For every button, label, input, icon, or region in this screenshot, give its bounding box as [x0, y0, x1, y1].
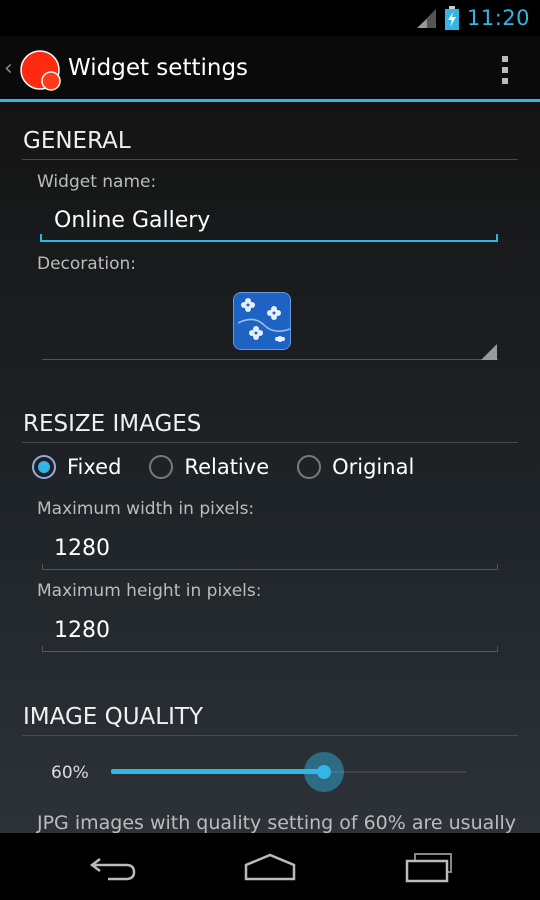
radio-original[interactable]: Original — [297, 455, 414, 479]
app-logo-icon[interactable] — [20, 50, 62, 92]
home-icon[interactable] — [242, 851, 298, 883]
section-header-resize: RESIZE IMAGES — [23, 411, 202, 437]
page-title: Widget settings — [68, 55, 249, 81]
decoration-thumbnail[interactable] — [233, 292, 291, 350]
max-height-field[interactable]: 1280 — [54, 618, 110, 643]
widget-name-field[interactable]: Online Gallery — [54, 208, 210, 233]
widget-name-label: Widget name: — [37, 172, 157, 192]
navigation-bar — [0, 833, 540, 900]
status-bar: 11:20 — [0, 0, 540, 36]
max-width-underline — [42, 569, 498, 570]
radio-fixed[interactable]: Fixed — [32, 455, 121, 479]
clock: 11:20 — [466, 6, 530, 30]
section-header-general: GENERAL — [23, 128, 131, 154]
section-header-quality: IMAGE QUALITY — [23, 704, 203, 730]
quality-value-label: 60% — [51, 763, 89, 783]
section-divider — [22, 442, 518, 443]
resize-mode-radio-group: Fixed Relative Original — [32, 453, 442, 481]
overflow-menu-icon[interactable] — [502, 56, 510, 84]
up-caret-icon[interactable]: ‹ — [4, 56, 13, 81]
back-icon[interactable] — [86, 851, 142, 883]
max-width-field[interactable]: 1280 — [54, 536, 110, 561]
quality-hint-text: JPG images with quality setting of 60% a… — [37, 812, 517, 833]
quality-slider-fill — [111, 769, 324, 774]
max-height-label: Maximum height in pixels: — [37, 581, 262, 601]
max-width-label: Maximum width in pixels: — [37, 499, 255, 519]
battery-charging-icon — [444, 6, 459, 30]
signal-icon — [416, 9, 436, 28]
radio-relative[interactable]: Relative — [149, 455, 269, 479]
quality-slider-thumb[interactable] — [317, 765, 331, 779]
radio-unchecked-icon — [297, 455, 322, 479]
radio-checked-icon — [32, 455, 56, 479]
max-height-underline — [42, 651, 498, 652]
decoration-label: Decoration: — [37, 254, 136, 274]
widget-name-underline — [40, 240, 498, 242]
floral-pattern-icon — [234, 293, 290, 349]
section-divider — [22, 159, 518, 160]
section-divider — [22, 735, 518, 736]
settings-content[interactable]: GENERAL Widget name: Online Gallery Deco… — [0, 102, 540, 833]
recents-icon[interactable] — [401, 851, 457, 883]
radio-unchecked-icon — [149, 455, 174, 479]
spinner-corner-icon — [481, 344, 497, 360]
decoration-spinner-underline — [42, 359, 498, 360]
